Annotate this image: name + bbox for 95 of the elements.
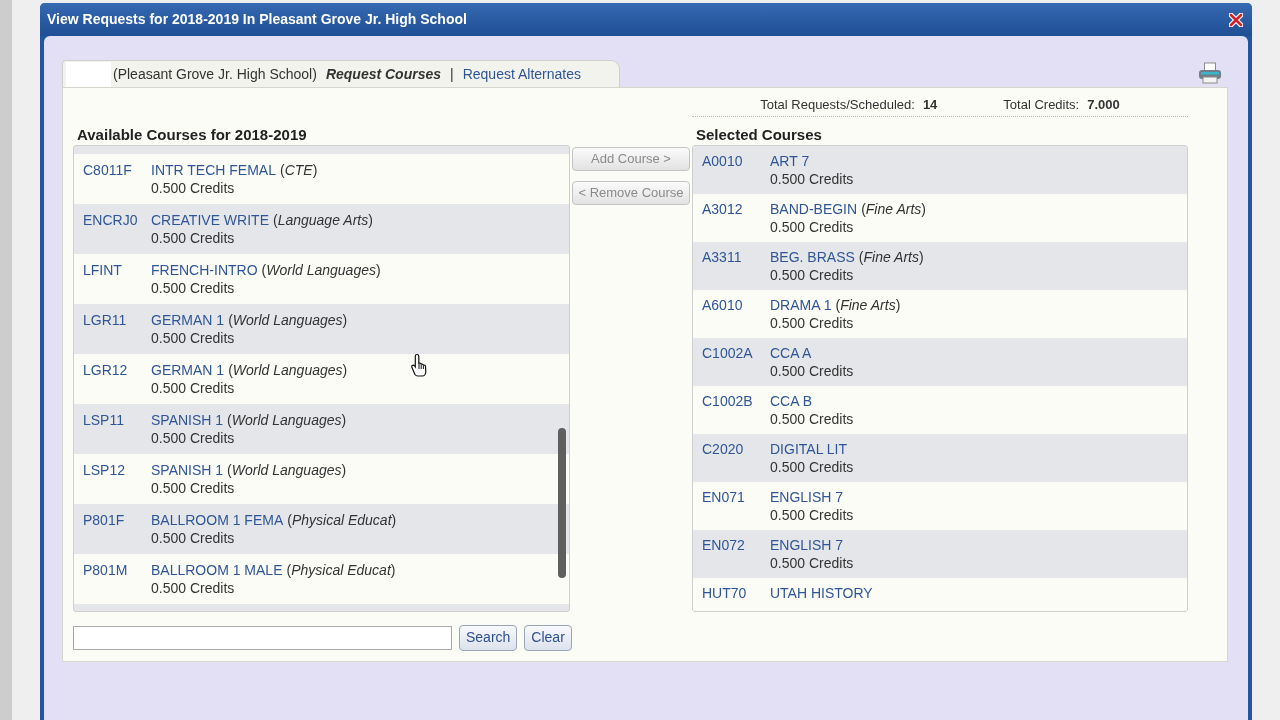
course-code: LSP11 (83, 410, 125, 430)
course-code: C8011F (83, 160, 133, 180)
course-credits: 0.500 Credits (770, 265, 855, 284)
view-tab[interactable]: Request Alternates (462, 63, 581, 85)
course-name: DIGITAL LIT (770, 440, 847, 457)
course-credits: 0.500 Credits (770, 409, 854, 428)
course-row[interactable]: C2020 DIGITAL LIT 0.500 Credits (693, 433, 1187, 482)
course-category: (World Languages) (261, 261, 381, 278)
course-code: C1002B (702, 391, 754, 411)
course-code: LFINT (83, 260, 123, 280)
course-code: A3311 (702, 247, 743, 267)
course-name: ENGLISH 7 (770, 536, 844, 553)
window-title: View Requests for 2018-2019 In Pleasant Grove Jr. High School (47, 10, 467, 29)
search-field[interactable] (73, 625, 452, 650)
section-heading: Available Courses for 2018-2019 (76, 124, 308, 145)
course-name: ART 7 (770, 152, 810, 169)
course-category: (Physical Educat) (287, 511, 397, 528)
course-credits: 0.500 Credits (770, 457, 854, 476)
course-credits: 0.500 Credits (151, 228, 236, 247)
course-code: C1002A (702, 343, 754, 363)
printer-icon[interactable] (1198, 62, 1222, 84)
course-category: (World Languages) (227, 411, 347, 428)
course-name: ENGLISH 7 (770, 488, 844, 505)
separator-text: | (450, 64, 454, 84)
course-category: (Fine Arts) (858, 248, 924, 265)
total-value: 14 (922, 97, 938, 112)
course-credits: 0.500 Credits (151, 428, 236, 447)
course-code: ENCRJ0 (83, 210, 139, 230)
course-name: CCA B (770, 392, 812, 409)
course-code: P801F (83, 510, 126, 530)
view-tab[interactable]: Request Courses (325, 63, 442, 85)
course-category: (Language Arts) (272, 211, 373, 228)
course-name: GERMAN 1 (151, 361, 225, 378)
course-category: (Physical Educat) (286, 561, 396, 578)
course-category: (World Languages) (227, 461, 347, 478)
course-credits: 0.500 Credits (770, 361, 854, 380)
course-row[interactable]: A3311 BEG. BRASS (Fine Arts) 0.500 Credits (693, 241, 1187, 290)
course-name: BAND-BEGIN (770, 200, 858, 217)
course-code: EN071 (702, 487, 746, 507)
course-row[interactable]: LSP12 SPANISH 1 (World Languages) 0.500 Credits (74, 453, 569, 504)
course-row[interactable]: P801M BALLROOM 1 MALE (Physical Educat) 0.500 Credits (74, 553, 569, 604)
total-label: Total Credits: (1003, 97, 1080, 112)
course-row[interactable]: LGR12 GERMAN 1 (World Languages) 0.500 Credits (74, 353, 569, 404)
course-category: (CTE) (280, 161, 318, 178)
course-name: BALLROOM 1 MALE (151, 561, 283, 578)
course-credits: 0.500 Credits (770, 217, 855, 236)
course-credits: 0.500 Credits (151, 278, 236, 297)
course-name: INTR TECH FEMAL (151, 161, 276, 178)
course-row[interactable]: EN072 ENGLISH 7 0.500 Credits (693, 529, 1187, 578)
course-credits: 0.500 Credits (151, 578, 236, 597)
course-category: (World Languages) (228, 361, 348, 378)
course-credits: 0.500 Credits (770, 313, 855, 332)
course-name: BEG. BRASS (770, 248, 855, 265)
total-value: 7.000 (1087, 97, 1120, 112)
course-category: (Fine Arts) (835, 296, 901, 313)
course-row[interactable]: A0010 ART 7 0.500 Credits (693, 145, 1187, 194)
course-credits: 0.500 Credits (151, 478, 236, 497)
section-heading: Selected Courses (695, 124, 823, 145)
course-credits: 0.500 Credits (151, 328, 236, 347)
course-name: SPANISH 1 (151, 411, 224, 428)
course-credits: 0.500 Credits (151, 178, 236, 197)
course-row[interactable]: C8011F INTR TECH FEMAL (CTE) 0.500 Credits (74, 153, 569, 204)
course-code: A0010 (702, 151, 744, 171)
course-name: CCA A (770, 344, 812, 361)
course-code: A6010 (702, 295, 744, 315)
search-button[interactable]: Search (459, 624, 518, 651)
course-name: SPANISH 1 (151, 461, 224, 478)
course-category: (World Languages) (228, 311, 348, 328)
course-credits: 0.500 Credits (770, 553, 854, 572)
course-name: FRENCH-INTRO (151, 261, 258, 278)
course-code: LGR11 (83, 310, 128, 330)
course-code: LGR12 (83, 360, 129, 380)
course-credits: 0.500 Credits (770, 169, 854, 188)
search-button[interactable]: Clear (524, 624, 572, 651)
course-category: (Fine Arts) (861, 200, 926, 217)
course-name: UTAH HISTORY (770, 584, 873, 601)
school-label: (Pleasant Grove Jr. High School) (113, 64, 317, 84)
close-icon[interactable] (1229, 12, 1243, 27)
course-credits: 0.500 Credits (151, 378, 236, 397)
course-credits: 0.500 Credits (770, 505, 854, 524)
scrollbar-thumb[interactable] (558, 427, 566, 578)
course-code: A3012 (702, 199, 744, 219)
course-code: LSP12 (83, 460, 127, 480)
course-name: CREATIVE WRITE (151, 211, 269, 228)
course-name: GERMAN 1 (151, 311, 225, 328)
course-code: EN072 (702, 535, 746, 555)
course-code: HUT70 (702, 583, 748, 603)
course-name: DRAMA 1 (770, 296, 832, 313)
course-code: P801M (83, 560, 129, 580)
course-name: BALLROOM 1 FEMA (151, 511, 284, 528)
total-label: Total Requests/Scheduled: (760, 97, 915, 112)
course-row[interactable]: C1002A CCA A 0.500 Credits (693, 337, 1187, 386)
course-credits: 0.500 Credits (151, 528, 236, 547)
course-code: C2020 (702, 439, 745, 459)
course-row[interactable]: LFINT FRENCH-INTRO (World Languages) 0.500 Credits (74, 253, 569, 304)
